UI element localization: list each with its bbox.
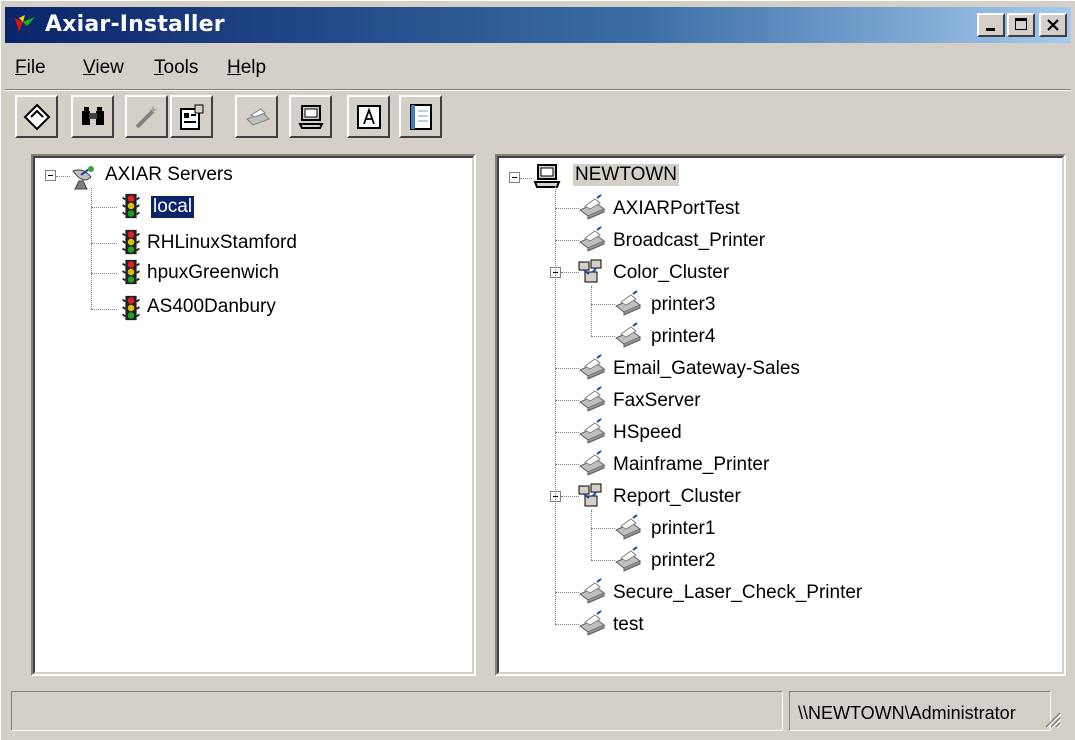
traffic-light-icon <box>122 193 140 219</box>
printer-icon <box>613 322 641 350</box>
status-bar: \\NEWTOWN\Administrator <box>11 691 1066 735</box>
printer-icon <box>577 450 605 478</box>
printer-icon <box>577 578 605 606</box>
maximize-icon <box>1015 18 1027 30</box>
menu-bar: File View Tools Help <box>5 51 1071 85</box>
menu-view[interactable]: View <box>83 57 124 79</box>
printer-icon <box>577 226 605 254</box>
font-icon <box>357 105 381 129</box>
close-button[interactable] <box>1039 13 1067 37</box>
minimize-icon <box>986 28 995 31</box>
menu-file[interactable]: File <box>15 57 46 79</box>
servers-tree[interactable]: AXIAR Servers local RHLinuxStamford hpux… <box>33 156 474 674</box>
newtown-root-label[interactable]: NEWTOWN <box>573 164 680 186</box>
newtown-expander[interactable] <box>509 172 520 183</box>
printer-icon <box>577 354 605 382</box>
wand-icon <box>135 105 158 129</box>
menu-view-label: iew <box>95 57 124 78</box>
toolbar <box>11 95 511 143</box>
close-icon <box>1047 19 1059 31</box>
cluster-printer-item[interactable]: printer4 <box>651 326 715 348</box>
menu-help-label: elp <box>240 57 267 78</box>
maximize-button[interactable] <box>1007 13 1035 37</box>
traffic-light-icon <box>122 229 140 255</box>
menu-tools-label: ools <box>163 57 199 78</box>
traffic-light-icon <box>122 295 140 321</box>
computer-icon <box>533 164 561 188</box>
printer-icon <box>577 194 605 222</box>
servers-root-expander[interactable] <box>45 170 56 181</box>
cluster-printer-item[interactable]: printer2 <box>651 550 715 572</box>
printer-icon <box>613 546 641 574</box>
printer-item[interactable]: Color_Cluster <box>613 262 729 284</box>
printer-icon <box>613 290 641 318</box>
title-bar[interactable]: Axiar-Installer <box>5 7 1071 43</box>
notepad-icon <box>410 104 432 130</box>
menu-file-label: ile <box>26 57 46 78</box>
status-user-text: \\NEWTOWN\Administrator <box>798 703 1016 723</box>
printer-cluster-icon <box>577 482 605 510</box>
servers-tree-panel[interactable]: AXIAR Servers local RHLinuxStamford hpux… <box>31 154 476 676</box>
toolbar-find-button[interactable] <box>71 95 114 138</box>
menu-help-accel: H <box>227 57 241 78</box>
satellite-dish-icon <box>72 166 94 190</box>
printer-item[interactable]: AXIARPortTest <box>613 198 740 220</box>
cluster-printer-item[interactable]: printer1 <box>651 518 715 540</box>
menu-tools-accel: T <box>154 57 164 78</box>
server-item-hpuxgreenwich[interactable]: hpuxGreenwich <box>147 262 279 284</box>
server-item-rhlinuxstamford[interactable]: RHLinuxStamford <box>147 232 297 254</box>
status-pane-user: \\NEWTOWN\Administrator <box>789 691 1051 731</box>
toolbar-notepad-button[interactable] <box>399 95 442 138</box>
toolbar-diamond-button[interactable] <box>15 95 58 138</box>
printer-icon <box>577 610 605 638</box>
printer-item[interactable]: test <box>613 614 644 636</box>
resize-grip-icon[interactable] <box>1040 707 1062 729</box>
window-title: Axiar-Installer <box>45 12 225 37</box>
printer-item[interactable]: Secure_Laser_Check_Printer <box>613 582 862 604</box>
menu-separator <box>5 89 1071 91</box>
menu-help[interactable]: Help <box>227 57 266 79</box>
printer-item[interactable]: Report_Cluster <box>613 486 741 508</box>
toolbar-printer-button[interactable] <box>235 95 278 138</box>
printer-icon <box>613 514 641 542</box>
printer-icon <box>246 108 270 126</box>
app-logo-icon <box>15 15 35 32</box>
diamond-icon <box>23 103 51 131</box>
printer-item[interactable]: Broadcast_Printer <box>613 230 765 252</box>
printer-item[interactable]: Email_Gateway-Sales <box>613 358 800 380</box>
traffic-light-icon <box>122 259 140 285</box>
cluster-printer-item[interactable]: printer3 <box>651 294 715 316</box>
printer-icon <box>577 386 605 414</box>
computer-icon <box>298 105 324 129</box>
printers-tree-panel[interactable]: NEWTOWN AXIARPortTest Broadcast_Printer Co… <box>495 154 1066 676</box>
menu-tools[interactable]: Tools <box>154 57 198 79</box>
toolbar-font-button[interactable] <box>347 95 390 138</box>
status-pane-left <box>11 691 783 731</box>
toolbar-wizard-button[interactable] <box>125 95 168 138</box>
toolbar-computer-button[interactable] <box>289 95 332 138</box>
printers-tree[interactable]: NEWTOWN AXIARPortTest Broadcast_Printer Co… <box>497 156 1064 674</box>
app-window: Axiar-Installer File View Tools Help AXI… <box>0 0 1075 740</box>
toolbar-properties-button[interactable] <box>170 95 213 138</box>
menu-view-accel: V <box>83 57 96 78</box>
properties-icon <box>180 104 204 130</box>
servers-root-label[interactable]: AXIAR Servers <box>105 164 233 186</box>
server-item-local[interactable]: local <box>149 195 196 219</box>
printer-item[interactable]: FaxServer <box>613 390 701 412</box>
printer-item[interactable]: Mainframe_Printer <box>613 454 769 476</box>
minimize-button[interactable] <box>977 13 1005 37</box>
printer-cluster-icon <box>577 258 605 286</box>
binoculars-icon <box>82 107 104 125</box>
printer-icon <box>577 418 605 446</box>
menu-file-accel: F <box>15 57 27 78</box>
server-item-as400danbury[interactable]: AS400Danbury <box>147 296 276 318</box>
printer-item[interactable]: HSpeed <box>613 422 682 444</box>
